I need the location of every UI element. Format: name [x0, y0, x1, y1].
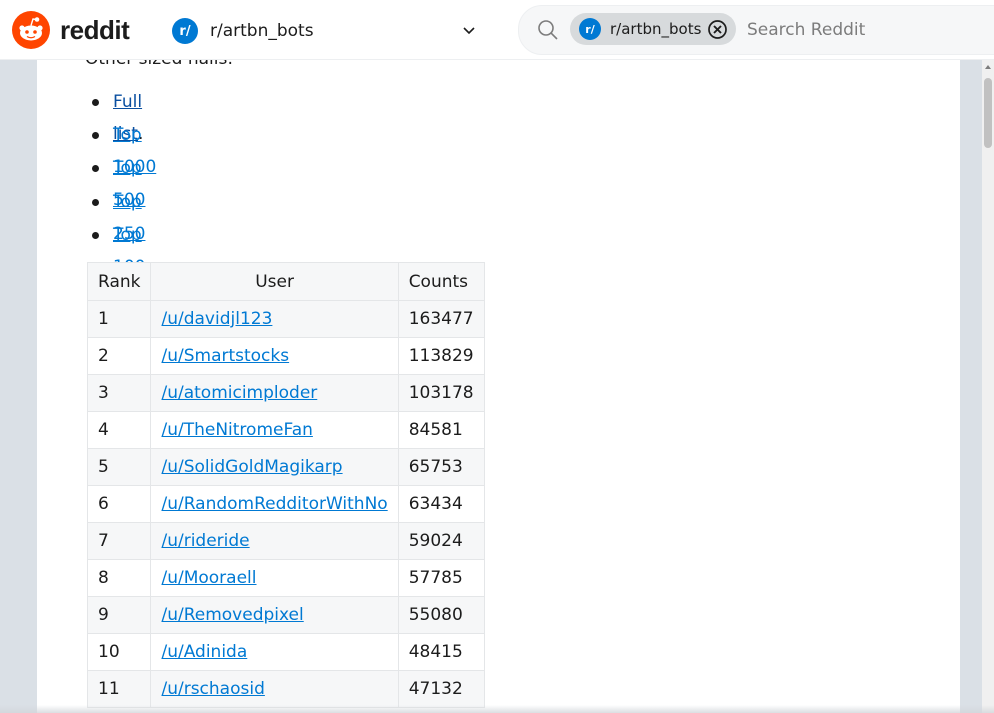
table-row: 11 /u/rschaosid 47132 — [86, 670, 485, 708]
rank-cell: 7 — [86, 522, 152, 560]
rank-cell: 2 — [86, 337, 152, 375]
table-row: 3 /u/atomicimploder 103178 — [86, 374, 485, 412]
list-item: Top 250 — [91, 186, 156, 244]
top-header: reddit r/ r/artbn_bots r/ r/artbn_bots S… — [0, 0, 994, 60]
user-cell: /u/SolidGoldMagikarp — [150, 448, 399, 486]
table-row: 5 /u/SolidGoldMagikarp 65753 — [86, 448, 485, 486]
user-link[interactable]: /u/davidjl123 — [161, 309, 272, 329]
counts-cell: 47132 — [397, 670, 485, 708]
user-cell: /u/RandomRedditorWithNo — [150, 485, 399, 523]
counts-cell: 63434 — [397, 485, 485, 523]
close-circle-icon[interactable] — [707, 19, 728, 40]
counts-cell: 84581 — [397, 411, 485, 449]
post-content-card: Other sized hails: Full list. Top 1000 T… — [37, 0, 960, 713]
chevron-down-icon — [463, 27, 475, 35]
counts-cell: 57785 — [397, 559, 485, 597]
search-community-chip[interactable]: r/ r/artbn_bots — [570, 13, 736, 45]
reddit-wordmark: reddit — [60, 14, 130, 45]
scrollbar-thumb[interactable] — [984, 78, 992, 148]
community-selector[interactable]: r/ r/artbn_bots — [172, 16, 482, 46]
user-link[interactable]: /u/atomicimploder — [161, 383, 317, 403]
list-item: Full list. — [91, 86, 156, 144]
user-link[interactable]: /u/rideride — [161, 531, 249, 551]
user-cell: /u/Mooraell — [150, 559, 399, 597]
rank-cell: 6 — [86, 485, 152, 523]
leaderboard-table: Rank User Counts 1 /u/davidjl123 163477 … — [86, 262, 485, 708]
rank-cell: 3 — [86, 374, 152, 412]
table-row: 6 /u/RandomRedditorWithNo 63434 — [86, 485, 485, 523]
rank-cell: 4 — [86, 411, 152, 449]
user-cell: /u/Smartstocks — [150, 337, 399, 375]
user-cell: /u/davidjl123 — [150, 300, 399, 338]
user-cell: /u/Removedpixel — [150, 596, 399, 634]
list-item: Top 500 — [91, 152, 156, 210]
user-link[interactable]: /u/SolidGoldMagikarp — [161, 457, 342, 477]
table-row: 4 /u/TheNitromeFan 84581 — [86, 411, 485, 449]
rank-cell: 9 — [86, 596, 152, 634]
column-header-rank: Rank — [86, 262, 152, 301]
user-link[interactable]: /u/Removedpixel — [161, 605, 303, 625]
search-input[interactable]: Search Reddit — [747, 20, 865, 40]
table-row: 7 /u/rideride 59024 — [86, 522, 485, 560]
size-links-list: Full list. Top 1000 Top 500 Top 250 Top … — [85, 86, 156, 277]
user-cell: /u/Adinida — [150, 633, 399, 671]
scrollbar-track[interactable] — [982, 60, 994, 713]
chip-community-label: r/artbn_bots — [610, 20, 702, 38]
rank-cell: 8 — [86, 559, 152, 597]
user-link[interactable]: /u/Smartstocks — [161, 346, 289, 366]
community-avatar: r/ — [172, 18, 198, 44]
rank-cell: 11 — [86, 670, 152, 708]
rank-cell: 5 — [86, 448, 152, 486]
community-name: r/artbn_bots — [210, 21, 314, 41]
user-cell: /u/TheNitromeFan — [150, 411, 399, 449]
user-cell: /u/rschaosid — [150, 670, 399, 708]
counts-cell: 65753 — [397, 448, 485, 486]
counts-cell: 55080 — [397, 596, 485, 634]
user-link[interactable]: /u/TheNitromeFan — [161, 420, 312, 440]
column-header-user: User — [150, 262, 399, 301]
list-item: Top 100 — [91, 219, 156, 277]
search-bar[interactable]: r/ r/artbn_bots Search Reddit — [518, 5, 994, 55]
table-row: 10 /u/Adinida 48415 — [86, 633, 485, 671]
list-item: Top 1000 — [91, 119, 156, 177]
counts-cell: 59024 — [397, 522, 485, 560]
counts-cell: 48415 — [397, 633, 485, 671]
user-link[interactable]: /u/Mooraell — [161, 568, 256, 588]
reddit-snoo-icon — [12, 11, 50, 49]
user-link[interactable]: /u/rschaosid — [161, 679, 264, 699]
rank-cell: 1 — [86, 300, 152, 338]
counts-cell: 103178 — [397, 374, 485, 412]
user-cell: /u/atomicimploder — [150, 374, 399, 412]
user-link[interactable]: /u/Adinida — [161, 642, 247, 662]
counts-cell: 163477 — [397, 300, 485, 338]
user-link[interactable]: /u/RandomRedditorWithNo — [161, 494, 387, 514]
scroll-up-arrow-icon[interactable] — [982, 60, 994, 74]
rank-cell: 10 — [86, 633, 152, 671]
table-header-row: Rank User Counts — [86, 262, 485, 301]
table-row: 8 /u/Mooraell 57785 — [86, 559, 485, 597]
user-cell: /u/rideride — [150, 522, 399, 560]
bottom-edge-shadow — [0, 705, 994, 713]
chip-community-avatar: r/ — [579, 18, 601, 40]
table-row: 1 /u/davidjl123 163477 — [86, 300, 485, 338]
counts-cell: 113829 — [397, 337, 485, 375]
search-icon — [538, 20, 558, 40]
reddit-home-link[interactable]: reddit — [12, 11, 130, 49]
table-row: 2 /u/Smartstocks 113829 — [86, 337, 485, 375]
column-header-counts: Counts — [397, 262, 485, 301]
table-row: 9 /u/Removedpixel 55080 — [86, 596, 485, 634]
